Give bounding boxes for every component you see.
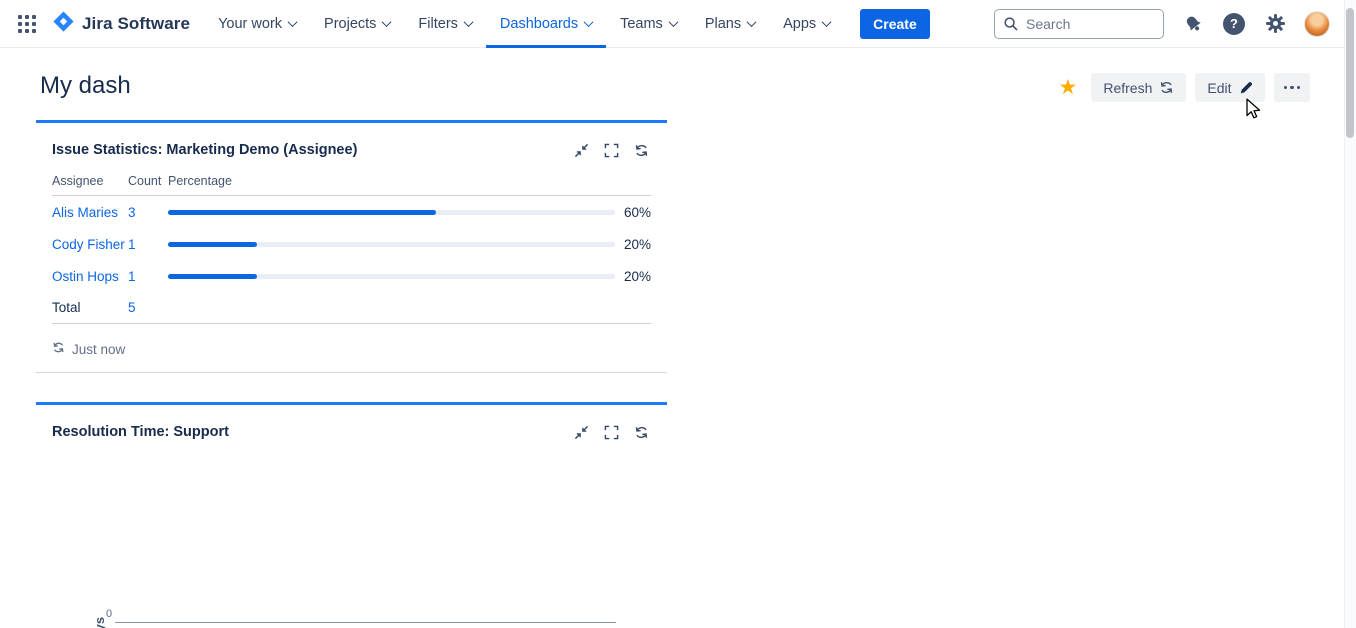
nav-item-label: Filters	[418, 16, 457, 32]
expand-icon[interactable]	[604, 143, 619, 158]
minimize-icon[interactable]	[574, 425, 589, 440]
nav-item-label: Teams	[620, 16, 663, 32]
column-header-assignee: Assignee	[52, 174, 128, 195]
percent-label: 20%	[615, 269, 651, 284]
percent-label: 60%	[615, 205, 651, 220]
edit-button-label: Edit	[1207, 80, 1231, 96]
gadget-tools	[574, 143, 649, 158]
percent-bar-track	[168, 274, 615, 279]
vertical-scrollbar	[1344, 0, 1356, 628]
navbar-right: ?	[994, 9, 1330, 39]
nav-item-plans[interactable]: Plans	[691, 0, 769, 48]
main-nav: Your work Projects Filters Dashboards Te…	[204, 0, 844, 48]
stats-rows: Alis Maries 3 60% Cody Fisher 1 20% Osti…	[52, 196, 651, 292]
chevron-down-icon	[463, 17, 473, 27]
stats-row: Cody Fisher 1 20%	[52, 228, 651, 260]
gadget-title: Resolution Time: Support	[52, 424, 229, 440]
jira-dashboard-page: Jira Software Your work Projects Filters…	[0, 0, 1356, 628]
chevron-down-icon	[822, 17, 832, 27]
column-header-percentage: Percentage	[168, 174, 615, 195]
refresh-button[interactable]: Refresh	[1091, 73, 1186, 102]
favorite-star-icon[interactable]: ★	[1059, 77, 1078, 98]
column-header-count: Count	[128, 174, 168, 195]
assignee-link[interactable]: Ostin Hops	[52, 269, 128, 284]
count-link[interactable]: 1	[128, 237, 168, 252]
total-label: Total	[52, 300, 128, 315]
chevron-down-icon	[288, 17, 298, 27]
notifications-bell-icon[interactable]	[1176, 7, 1210, 41]
page-title: My dash	[40, 72, 131, 100]
nav-item-your-work[interactable]: Your work	[204, 0, 310, 48]
minimize-icon[interactable]	[574, 143, 589, 158]
pencil-icon	[1239, 81, 1253, 95]
nav-item-label: Projects	[324, 16, 376, 32]
jira-logo[interactable]: Jira Software	[52, 10, 190, 38]
help-icon[interactable]: ?	[1222, 12, 1246, 36]
nav-item-filters[interactable]: Filters	[404, 0, 485, 48]
nav-item-teams[interactable]: Teams	[606, 0, 691, 48]
nav-item-label: Your work	[218, 16, 282, 32]
assignee-link[interactable]: Cody Fisher	[52, 237, 128, 252]
gadget-refresh-icon[interactable]	[634, 425, 649, 440]
percent-bar-fill	[168, 274, 257, 279]
issue-statistics-table: Assignee Count Percentage Alis Maries 3 …	[52, 174, 651, 324]
nav-item-label: Plans	[705, 16, 741, 32]
top-navbar: Jira Software Your work Projects Filters…	[0, 0, 1346, 48]
user-avatar[interactable]	[1304, 11, 1330, 37]
percent-bar-track	[168, 210, 615, 215]
more-button[interactable]	[1274, 73, 1311, 102]
percent-bar-track	[168, 242, 615, 247]
scrollbar-thumb[interactable]	[1346, 8, 1354, 138]
table-header-row: Assignee Count Percentage	[52, 174, 651, 196]
stats-row: Ostin Hops 1 20%	[52, 260, 651, 292]
last-refreshed-text: Just now	[72, 342, 125, 357]
nav-item-projects[interactable]: Projects	[310, 0, 404, 48]
nav-item-dashboards[interactable]: Dashboards	[486, 0, 606, 48]
refresh-icon	[1159, 80, 1174, 95]
assignee-link[interactable]: Alis Maries	[52, 205, 128, 220]
nav-item-apps[interactable]: Apps	[769, 0, 844, 48]
settings-gear-icon[interactable]	[1263, 12, 1287, 36]
resolution-time-gadget: Resolution Time: Support	[36, 402, 667, 628]
search-box	[994, 9, 1164, 39]
ellipsis-icon	[1284, 86, 1301, 90]
chevron-down-icon	[584, 17, 594, 27]
percent-bar-fill	[168, 210, 436, 215]
nav-item-label: Apps	[783, 16, 816, 32]
issue-statistics-gadget: Issue Statistics: Marketing Demo (Assign…	[36, 120, 667, 373]
gadget-refresh-icon[interactable]	[634, 143, 649, 158]
chart-y-tick-0: 0	[106, 608, 112, 620]
last-refreshed-icon	[52, 341, 65, 357]
create-button[interactable]: Create	[860, 9, 930, 39]
chevron-down-icon	[382, 17, 392, 27]
expand-icon[interactable]	[604, 425, 619, 440]
percent-label: 20%	[615, 237, 651, 252]
chart-x-axis-line	[115, 622, 616, 623]
total-count-link[interactable]: 5	[128, 300, 168, 315]
chart-y-axis-label: Days	[92, 617, 107, 628]
app-switcher-icon[interactable]	[18, 15, 36, 33]
stats-row: Alis Maries 3 60%	[52, 196, 651, 228]
search-input[interactable]	[994, 9, 1164, 39]
page-actions: ★ Refresh Edit	[1059, 73, 1310, 102]
total-row: Total 5	[52, 292, 651, 324]
refresh-button-label: Refresh	[1103, 80, 1152, 96]
logo-text: Jira Software	[82, 14, 190, 34]
nav-item-label: Dashboards	[500, 16, 578, 32]
gadget-tools	[574, 425, 649, 440]
jira-logo-icon	[52, 10, 75, 38]
count-link[interactable]: 1	[128, 269, 168, 284]
chevron-down-icon	[668, 17, 678, 27]
edit-button[interactable]: Edit	[1195, 73, 1264, 102]
gadget-title: Issue Statistics: Marketing Demo (Assign…	[52, 142, 357, 158]
gadget-footer: Just now	[36, 324, 667, 373]
percent-bar-fill	[168, 242, 257, 247]
chevron-down-icon	[747, 17, 757, 27]
count-link[interactable]: 3	[128, 205, 168, 220]
search-icon	[1003, 16, 1019, 37]
